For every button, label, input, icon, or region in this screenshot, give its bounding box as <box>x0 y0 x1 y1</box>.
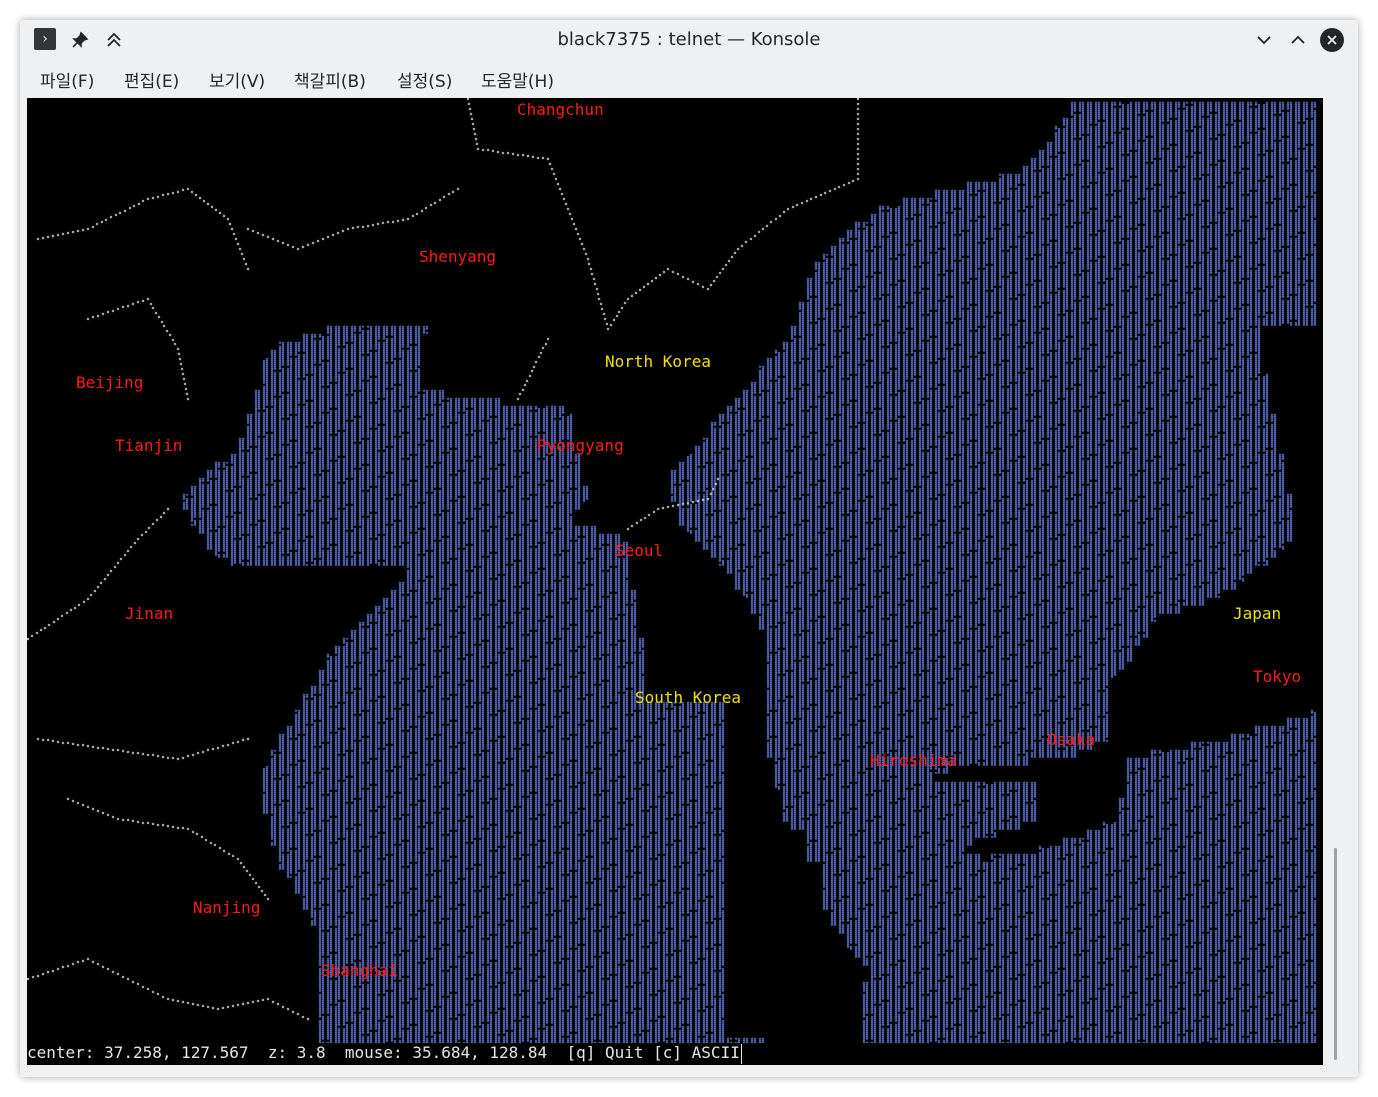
city-label: Tokyo <box>1253 667 1302 686</box>
menu-help[interactable]: 도움말(H) <box>481 67 554 92</box>
title-bar[interactable]: › black7375 : telnet — Konsole <box>20 20 1358 60</box>
status-line: center: 37.258, 127.567 z: 3.8 mouse: 35… <box>27 1042 742 1064</box>
city-label: Jinan <box>125 604 174 623</box>
menu-file[interactable]: 파일(F) <box>40 67 94 92</box>
scrollbar[interactable] <box>1330 98 1340 1065</box>
city-label: Shanghai <box>321 961 399 980</box>
menu-edit[interactable]: 편집(E) <box>124 67 179 92</box>
terminal-area[interactable]: Changchun Shenyang Beijing Tianjin Pyong… <box>27 98 1323 1065</box>
city-label: Nanjing <box>193 898 261 917</box>
city-label: Beijing <box>76 373 144 392</box>
text-cursor <box>740 1043 742 1064</box>
city-label: Hiroshima <box>870 751 957 770</box>
minimize-icon[interactable] <box>1252 28 1276 52</box>
menu-settings[interactable]: 설정(S) <box>397 67 452 92</box>
city-label: Changchun <box>517 100 604 119</box>
menu-bar: 파일(F) 편집(E) 보기(V) 책갈피(B) 설정(S) 도움말(H) <box>20 64 1358 94</box>
status-text: center: 37.258, 127.567 z: 3.8 mouse: 35… <box>27 1043 740 1062</box>
maximize-icon[interactable] <box>1286 28 1310 52</box>
country-label: Japan <box>1233 604 1282 623</box>
scrollbar-thumb[interactable] <box>1334 848 1337 1060</box>
country-label: North Korea <box>605 352 711 371</box>
menu-view[interactable]: 보기(V) <box>209 67 265 92</box>
konsole-window: › black7375 : telnet — Konsole 파일(F) 편집(… <box>20 20 1358 1077</box>
city-label: Osaka <box>1047 730 1096 749</box>
menu-bookmarks[interactable]: 책갈피(B) <box>294 67 366 92</box>
country-label: South Korea <box>635 688 741 707</box>
city-label: Seoul <box>615 541 664 560</box>
city-label: Tianjin <box>115 436 183 455</box>
close-icon[interactable] <box>1320 28 1344 52</box>
window-title: black7375 : telnet — Konsole <box>557 29 821 50</box>
city-label: Pyongyang <box>537 436 624 455</box>
city-label: Shenyang <box>419 247 497 266</box>
